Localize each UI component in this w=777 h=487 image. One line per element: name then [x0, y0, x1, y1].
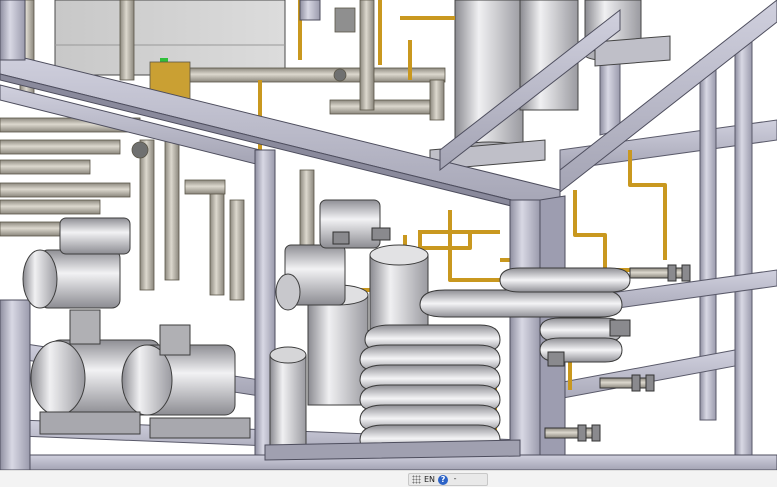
- cad-viewport[interactable]: [0, 0, 777, 470]
- ime-toolbar[interactable]: EN ? -: [408, 473, 488, 486]
- language-indicator[interactable]: EN: [424, 475, 435, 485]
- plant-model: [0, 0, 777, 470]
- grip-icon[interactable]: [412, 475, 421, 484]
- minimize-button[interactable]: -: [451, 474, 459, 485]
- help-icon[interactable]: ?: [438, 474, 449, 485]
- taskbar: EN ? -: [0, 470, 777, 487]
